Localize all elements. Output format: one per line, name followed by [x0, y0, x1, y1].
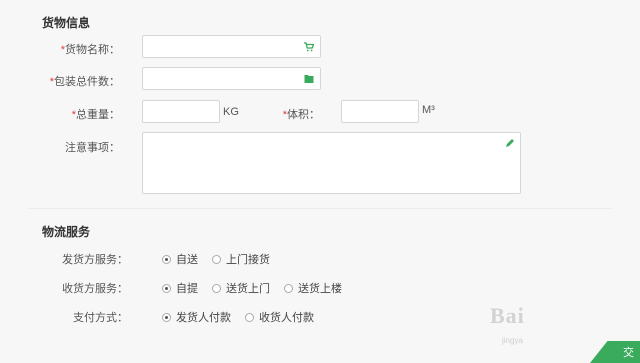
- notes-textarea[interactable]: [142, 132, 521, 194]
- radio-dot: [212, 254, 221, 264]
- notes-label: 注意事项：: [65, 142, 120, 154]
- radio-door-delivery[interactable]: 送货上门: [212, 280, 270, 296]
- shipper-service-group: 自送 上门接货: [162, 251, 284, 267]
- cart-icon: [304, 41, 314, 52]
- weight-field[interactable]: [142, 100, 220, 123]
- weight-input[interactable]: [143, 101, 219, 122]
- radio-dot: [212, 283, 221, 293]
- logistics-section-title: 物流服务: [42, 225, 91, 239]
- cargo-section-title: 货物信息: [42, 16, 91, 30]
- payment-method-label: 支付方式：: [73, 312, 128, 324]
- radio-self-pickup[interactable]: 自提: [162, 280, 198, 296]
- radio-self-delivery[interactable]: 自送: [162, 251, 198, 267]
- shipper-service-label: 发货方服务：: [62, 254, 128, 266]
- submit-button[interactable]: 交: [590, 341, 640, 363]
- volume-input[interactable]: [342, 101, 418, 122]
- receiver-service-label: 收货方服务：: [62, 283, 128, 295]
- radio-door-pickup[interactable]: 上门接货: [212, 251, 270, 267]
- volume-field[interactable]: [341, 100, 419, 123]
- cargo-name-field[interactable]: [142, 35, 321, 58]
- pieces-label: *包装总件数：: [49, 76, 120, 88]
- watermark-subtext: jingya: [502, 336, 523, 345]
- cargo-name-input[interactable]: [143, 36, 320, 57]
- receiver-service-group: 自提 送货上门 送货上楼: [162, 280, 356, 296]
- radio-dot: [284, 283, 293, 293]
- volume-label: *体积：: [282, 109, 320, 121]
- radio-receiver-pays[interactable]: 收货人付款: [245, 309, 314, 325]
- cargo-name-label: *货物名称：: [60, 44, 120, 56]
- radio-dot: [245, 312, 254, 322]
- radio-dot: [162, 312, 171, 322]
- payment-method-group: 发货人付款 收货人付款: [162, 309, 328, 325]
- box-icon: [304, 74, 314, 84]
- radio-shipper-pays[interactable]: 发货人付款: [162, 309, 231, 325]
- watermark-logo: Bai: [490, 303, 525, 328]
- volume-unit: M³: [422, 104, 435, 116]
- edit-pencil-icon: [505, 138, 515, 151]
- weight-unit: KG: [223, 106, 239, 118]
- radio-dot: [162, 254, 171, 264]
- pieces-field[interactable]: [142, 67, 321, 90]
- section-divider: [28, 208, 612, 209]
- radio-upstairs-delivery[interactable]: 送货上楼: [284, 280, 342, 296]
- pieces-input[interactable]: [143, 68, 320, 89]
- weight-label: *总重量：: [71, 109, 120, 121]
- radio-dot: [162, 283, 171, 293]
